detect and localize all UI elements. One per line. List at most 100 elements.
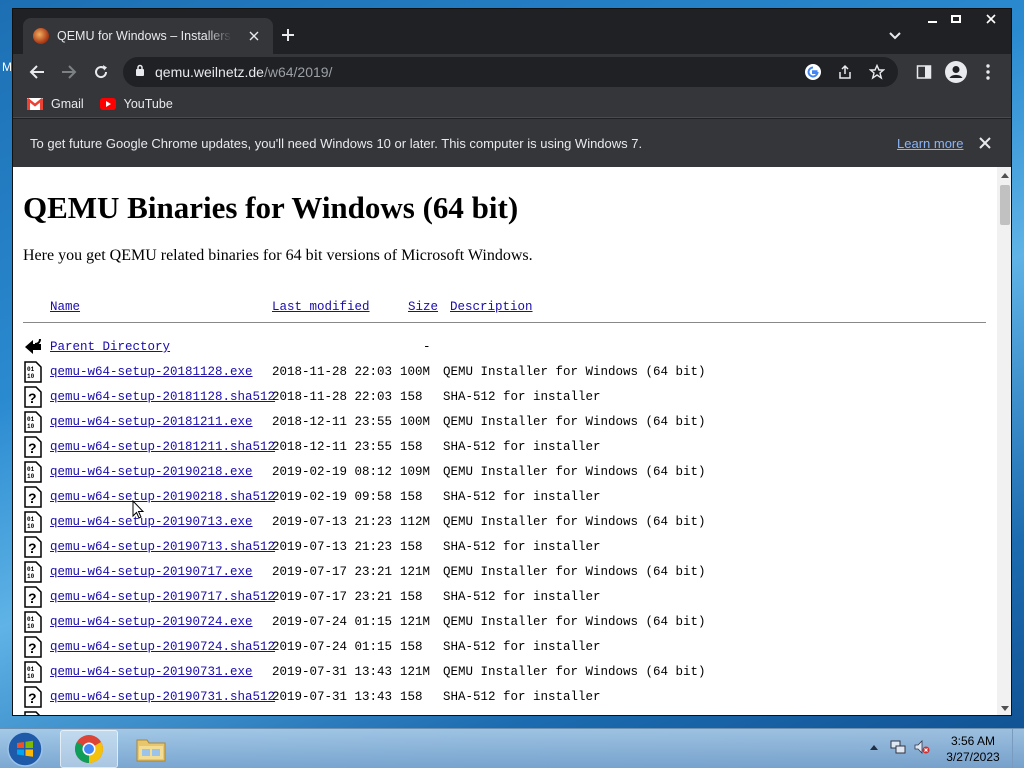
- file-date: 2019-07-31 13:43: [272, 665, 393, 679]
- svg-text:?: ?: [28, 590, 37, 606]
- system-clock[interactable]: 3:56 AM 3/27/2023: [938, 733, 1008, 765]
- tab-title: QEMU for Windows – Installers (6: [57, 29, 232, 43]
- new-tab-button[interactable]: [275, 23, 301, 49]
- show-desktop-button[interactable]: [1012, 729, 1024, 768]
- file-link[interactable]: qemu-w64-setup-20190713.exe: [50, 510, 253, 535]
- infobar-message: To get future Google Chrome updates, you…: [30, 135, 643, 151]
- file-description: QEMU Installer for Windows (64 bit): [443, 615, 706, 629]
- close-window-button[interactable]: [973, 9, 1009, 29]
- tab-qemu[interactable]: QEMU for Windows – Installers (6: [23, 18, 273, 54]
- file-link[interactable]: qemu-w64-setup-20190218.exe: [50, 460, 253, 485]
- file-description: SHA-512 for installer: [443, 690, 601, 704]
- file-size: 121M: [400, 665, 431, 679]
- file-description: SHA-512 for installer: [443, 440, 601, 454]
- svg-text:01: 01: [27, 466, 35, 473]
- file-date: 2018-12-11 23:55: [272, 415, 393, 429]
- file-link[interactable]: qemu-w64-setup-20190218.sha512: [50, 485, 275, 510]
- menu-kebab-icon[interactable]: [974, 58, 1002, 86]
- file-description: QEMU Installer for Windows (64 bit): [443, 415, 706, 429]
- svg-text:10: 10: [27, 373, 35, 380]
- sort-by-modified-link[interactable]: Last modified: [272, 295, 370, 320]
- close-icon[interactable]: [975, 133, 995, 153]
- file-description: QEMU Installer for Windows (64 bit): [443, 665, 706, 679]
- file-link[interactable]: qemu-w64-setup-20181128.sha512: [50, 385, 275, 410]
- file-description: SHA-512 for installer: [443, 390, 601, 404]
- svg-text:?: ?: [28, 690, 37, 706]
- taskbar-explorer[interactable]: [122, 730, 180, 768]
- svg-text:10: 10: [27, 473, 35, 480]
- unknown-file-icon: ?: [23, 586, 43, 608]
- file-date: 2019-02-19 08:12: [272, 465, 393, 479]
- volume-muted-icon[interactable]: [914, 739, 930, 755]
- forward-button[interactable]: [55, 58, 83, 86]
- scroll-up-arrow-icon[interactable]: [1001, 173, 1009, 178]
- tab-close-icon[interactable]: [245, 28, 263, 44]
- directory-listing: Name Last modified Size Description Pare…: [23, 295, 997, 715]
- scrollbar-thumb[interactable]: [1000, 185, 1010, 225]
- file-link[interactable]: qemu-w64-setup-20190724.sha512: [50, 635, 275, 660]
- file-date: 2019-07-24 01:15: [272, 615, 393, 629]
- taskbar-chrome[interactable]: [60, 730, 118, 768]
- address-bar[interactable]: qemu.weilnetz.de/w64/2019/: [123, 57, 898, 87]
- file-size: 100M: [400, 365, 431, 379]
- svg-text:?: ?: [28, 540, 37, 556]
- file-link[interactable]: qemu-w64-setup-20181128.exe: [50, 360, 253, 385]
- lock-icon[interactable]: [135, 63, 145, 81]
- learn-more-link[interactable]: Learn more: [897, 136, 963, 151]
- file-row: 01 10 qemu-w64-setup-20190724.exe 2019-07-2…: [23, 610, 997, 635]
- reload-button[interactable]: [87, 58, 115, 86]
- file-size: 121M: [400, 565, 431, 579]
- file-link[interactable]: qemu-w64-setup-20190808.exe: [50, 710, 253, 715]
- sort-by-name-link[interactable]: Name: [50, 295, 80, 320]
- file-size: 158: [400, 440, 423, 454]
- file-link[interactable]: qemu-w64-setup-20181211.exe: [50, 410, 253, 435]
- show-hidden-icons-icon[interactable]: [866, 739, 882, 755]
- bookmark-label: YouTube: [123, 96, 173, 111]
- start-button[interactable]: [4, 730, 46, 768]
- unknown-file-icon: ?: [23, 436, 43, 458]
- parent-directory-link[interactable]: Parent Directory: [50, 335, 170, 360]
- sort-by-size-link[interactable]: Size: [408, 295, 438, 320]
- file-link[interactable]: qemu-w64-setup-20190731.exe: [50, 660, 253, 685]
- profile-avatar-icon[interactable]: [942, 58, 970, 86]
- file-description: SHA-512 for installer: [443, 640, 601, 654]
- svg-text:10: 10: [27, 623, 35, 630]
- bookmark-youtube[interactable]: YouTube: [99, 96, 173, 111]
- file-date: 2018-12-11 23:55: [272, 440, 393, 454]
- file-link[interactable]: qemu-w64-setup-20190717.sha512: [50, 585, 275, 610]
- unknown-file-icon: ?: [23, 386, 43, 408]
- side-panel-icon[interactable]: [910, 58, 938, 86]
- binary-file-icon: 0110: [23, 561, 43, 583]
- url-text[interactable]: qemu.weilnetz.de/w64/2019/: [155, 64, 332, 80]
- bookmark-star-icon[interactable]: [864, 60, 890, 84]
- chrome-icon: [75, 735, 103, 763]
- network-icon[interactable]: [890, 739, 906, 755]
- file-row: ? qemu-w64-setup-20181211.sha512 2018-12-1…: [23, 435, 997, 460]
- bookmark-gmail[interactable]: Gmail: [26, 97, 84, 111]
- svg-text:?: ?: [28, 490, 37, 506]
- file-description: QEMU Installer for Windows (64 bit): [443, 465, 706, 479]
- file-row: 0110 qemu-w64-setup-20190808.exe 2019-08-0…: [23, 710, 997, 715]
- maximize-button[interactable]: [941, 9, 971, 29]
- share-icon[interactable]: [832, 60, 858, 84]
- file-link[interactable]: qemu-w64-setup-20190731.sha512: [50, 685, 275, 710]
- file-date: 2019-08-08 22:35: [272, 710, 392, 715]
- parent-size: -: [423, 340, 431, 354]
- file-link[interactable]: qemu-w64-setup-20181211.sha512: [50, 435, 275, 460]
- binary-file-icon: 0110: [23, 611, 43, 633]
- back-button[interactable]: [23, 58, 51, 86]
- scroll-down-arrow-icon[interactable]: [1001, 706, 1009, 711]
- sort-by-description-link[interactable]: Description: [450, 295, 533, 320]
- file-link[interactable]: qemu-w64-setup-20190713.sha512: [50, 535, 275, 560]
- google-icon[interactable]: [800, 60, 826, 84]
- clock-time: 3:56 AM: [950, 734, 996, 748]
- file-link[interactable]: qemu-w64-setup-20190717.exe: [50, 560, 253, 585]
- file-row: 01 10 qemu-w64-setup-20181211.exe 2018-12-1…: [23, 410, 997, 435]
- svg-text:01: 01: [27, 516, 35, 523]
- vertical-scrollbar[interactable]: [997, 167, 1011, 715]
- file-date: 2019-07-24 01:15: [272, 640, 393, 654]
- file-link[interactable]: qemu-w64-setup-20190724.exe: [50, 610, 253, 635]
- binary-file-icon: 0110: [23, 661, 43, 683]
- chevron-down-icon[interactable]: [885, 26, 905, 46]
- svg-text:?: ?: [28, 440, 37, 456]
